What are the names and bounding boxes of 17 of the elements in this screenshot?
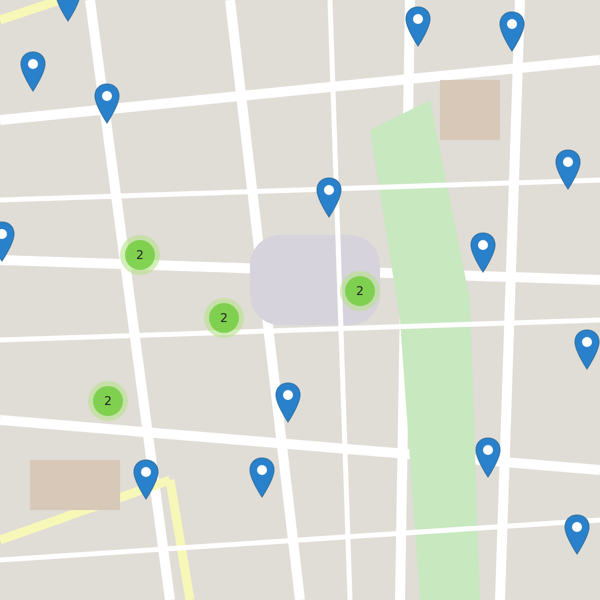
map-pin[interactable] [475,437,501,478]
map-pin[interactable] [316,177,342,218]
map-pin[interactable] [133,459,159,500]
cluster-marker[interactable]: 2 [120,235,160,275]
map-pin[interactable] [555,149,581,190]
map-pin[interactable] [499,11,525,52]
cluster-marker[interactable]: 2 [204,298,244,338]
map-pin[interactable] [405,6,431,47]
cluster-marker[interactable]: 2 [340,271,380,311]
map-pin[interactable] [470,232,496,273]
map-pin[interactable] [275,382,301,423]
cluster-marker[interactable]: 2 [88,381,128,421]
map-pin[interactable] [564,514,590,555]
map-pin[interactable] [20,51,46,92]
map-pin[interactable] [94,83,120,124]
map-pin[interactable] [249,457,275,498]
map-pin[interactable] [574,329,600,370]
